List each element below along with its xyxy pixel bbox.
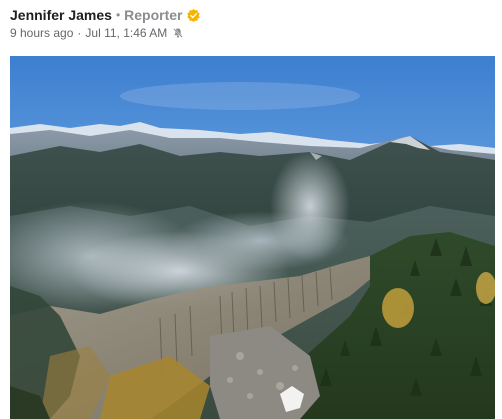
author-row: Jennifer James • Reporter (10, 5, 492, 25)
time-ago[interactable]: 9 hours ago (10, 26, 73, 40)
separator-dot: • (115, 8, 121, 22)
author-role: Reporter (124, 7, 183, 23)
meta-separator: · (77, 26, 82, 40)
post-photo[interactable] (10, 56, 495, 419)
meta-row: 9 hours ago · Jul 11, 1:46 AM (10, 25, 492, 41)
post-header: Jennifer James • Reporter 9 hours ago · … (10, 5, 492, 41)
bell-muted-icon[interactable] (172, 27, 184, 39)
verified-badge-icon (186, 8, 200, 22)
author-name[interactable]: Jennifer James (10, 7, 112, 23)
timestamp[interactable]: Jul 11, 1:46 AM (85, 26, 167, 40)
